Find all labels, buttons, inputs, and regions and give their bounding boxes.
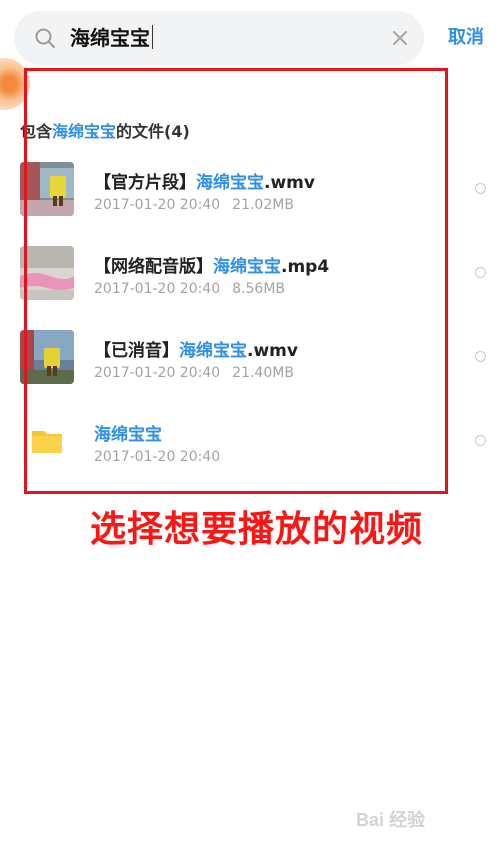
- search-input[interactable]: 海绵宝宝: [70, 24, 153, 52]
- text-caret: [152, 25, 153, 49]
- cancel-button[interactable]: 取消: [448, 25, 484, 51]
- select-radio[interactable]: [475, 435, 486, 446]
- search-bar[interactable]: 海绵宝宝: [14, 11, 424, 65]
- clear-icon[interactable]: [390, 28, 410, 48]
- search-query: 海绵宝宝: [70, 26, 150, 50]
- annotation-caption: 选择想要播放的视频: [90, 508, 424, 550]
- search-icon: [35, 28, 55, 48]
- select-radio[interactable]: [475, 183, 486, 194]
- select-radio[interactable]: [475, 267, 486, 278]
- annotation-highlight-box: [24, 68, 448, 494]
- select-radio[interactable]: [475, 351, 486, 362]
- watermark: Bai 经验: [356, 810, 426, 830]
